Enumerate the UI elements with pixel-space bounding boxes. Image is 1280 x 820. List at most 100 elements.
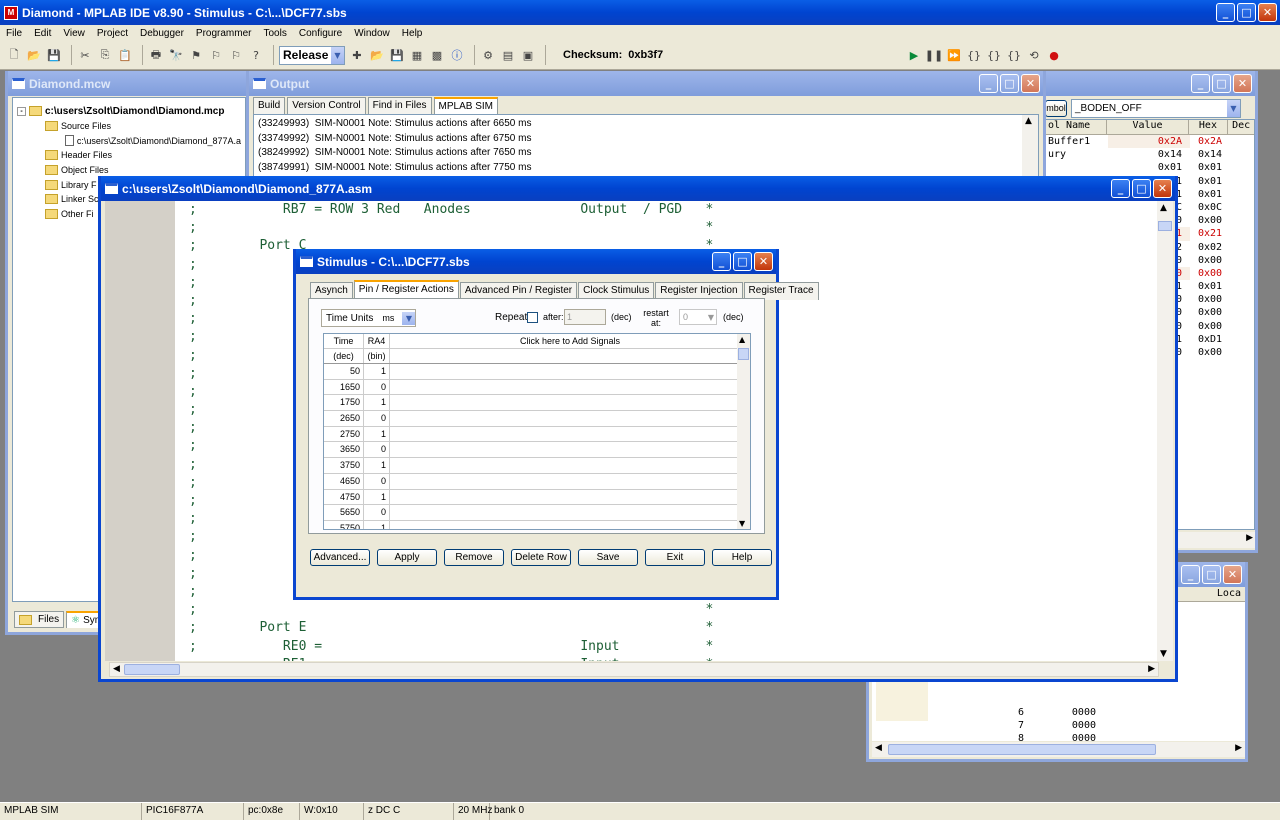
- stimulus-row[interactable]: 3750 1: [324, 458, 750, 474]
- paste-icon[interactable]: 📋: [117, 47, 133, 63]
- col-hex[interactable]: Hex: [1189, 120, 1229, 134]
- restart-select[interactable]: 0 ▼: [679, 309, 717, 325]
- reset-icon[interactable]: ⟲: [1026, 47, 1042, 63]
- minimize-button[interactable]: _: [979, 74, 998, 93]
- close-button[interactable]: ✕: [1021, 74, 1040, 93]
- halt-icon[interactable]: ❚❚: [925, 47, 943, 63]
- arrow-down-icon[interactable]: ▼: [739, 519, 745, 528]
- close-button[interactable]: ✕: [754, 252, 773, 271]
- vertical-scrollbar[interactable]: ▲: [1022, 115, 1038, 177]
- tree-item-c-users-zsolt-diamond-diamond-877a-a[interactable]: c:\users\Zsolt\Diamond\Diamond_877A.a: [17, 133, 241, 148]
- delete-row-button[interactable]: Delete Row: [511, 549, 571, 566]
- col-time[interactable]: Time: [324, 334, 364, 348]
- print-icon[interactable]: 🖶: [148, 47, 164, 63]
- menu-help[interactable]: Help: [402, 28, 423, 39]
- minimize-button[interactable]: _: [1111, 179, 1130, 198]
- menu-programmer[interactable]: Programmer: [196, 28, 252, 39]
- arrow-right-icon[interactable]: ▶: [1246, 533, 1253, 543]
- info-icon[interactable]: ⓘ: [449, 47, 465, 63]
- vertical-scrollbar[interactable]: ▲ ▼: [1157, 201, 1173, 661]
- minimize-button[interactable]: _: [1216, 3, 1235, 22]
- program-icon[interactable]: ⚙: [480, 47, 496, 63]
- watch-row[interactable]: Buffer1 0x2A 0x2A: [1044, 135, 1254, 149]
- watch-row[interactable]: ury 0x14 0x14: [1044, 148, 1254, 161]
- stimulus-row[interactable]: 2750 1: [324, 426, 750, 443]
- minimize-button[interactable]: _: [1191, 74, 1210, 93]
- menu-view[interactable]: View: [63, 28, 85, 39]
- tab-build[interactable]: Build: [253, 97, 286, 114]
- menu-tools[interactable]: Tools: [263, 28, 286, 39]
- maximize-button[interactable]: □: [1237, 3, 1256, 22]
- menu-configure[interactable]: Configure: [299, 28, 342, 39]
- save-project-icon[interactable]: 💾: [389, 47, 405, 63]
- col-value[interactable]: Value: [1107, 120, 1189, 134]
- maximize-button[interactable]: □: [1212, 74, 1231, 93]
- tab-pin-register-actions[interactable]: Pin / Register Actions: [353, 280, 459, 298]
- add-signals-header[interactable]: Click here to Add Signals: [390, 336, 750, 346]
- maximize-button[interactable]: □: [1132, 179, 1151, 198]
- repeat-checkbox[interactable]: [527, 312, 538, 323]
- menu-file[interactable]: File: [6, 28, 22, 39]
- stimulus-row[interactable]: 4750 1: [324, 489, 750, 506]
- open-project-icon[interactable]: 📂: [369, 47, 385, 63]
- maximize-button[interactable]: □: [1202, 565, 1221, 584]
- col-dec[interactable]: Dec: [1228, 120, 1254, 134]
- arrow-right-icon[interactable]: ▶: [1235, 743, 1242, 753]
- minimize-button[interactable]: _: [1181, 565, 1200, 584]
- save-button[interactable]: Save: [578, 549, 638, 566]
- bookmark-prev-icon[interactable]: ⚐: [228, 47, 244, 63]
- menu-project[interactable]: Project: [97, 28, 128, 39]
- apply-button[interactable]: Apply: [377, 549, 437, 566]
- time-units-select[interactable]: ms ▼: [379, 310, 416, 326]
- open-folder-icon[interactable]: 📂: [26, 47, 42, 63]
- stimulus-row[interactable]: 3650 0: [324, 442, 750, 459]
- tree-item-source-files[interactable]: Source Files: [17, 119, 241, 134]
- arrow-down-icon[interactable]: ▼: [1160, 649, 1167, 659]
- memory-icon[interactable]: ▤: [500, 47, 516, 63]
- stimulus-row[interactable]: 5750 1: [324, 520, 750, 529]
- help-button[interactable]: Help: [712, 549, 772, 566]
- vertical-scrollbar[interactable]: ▲ ▼: [737, 334, 750, 529]
- symbol-select[interactable]: _BODEN_OFF ▼: [1071, 98, 1241, 118]
- copy-icon[interactable]: ⎘: [97, 47, 113, 63]
- watch-icon[interactable]: ▣: [520, 47, 536, 63]
- add-symbol-button[interactable]: mbol: [1045, 99, 1067, 117]
- build-all-icon[interactable]: ▩: [429, 47, 445, 63]
- after-input[interactable]: 1: [564, 309, 606, 325]
- tab-find-in-files[interactable]: Find in Files: [367, 97, 432, 114]
- add-file-icon[interactable]: ✚: [349, 47, 365, 63]
- col-symbol-name[interactable]: ol Name: [1044, 120, 1108, 134]
- tree-item-header-files[interactable]: Header Files: [17, 148, 241, 163]
- save-icon[interactable]: 💾: [46, 47, 62, 63]
- close-button[interactable]: ✕: [1233, 74, 1252, 93]
- maximize-button[interactable]: □: [1000, 74, 1019, 93]
- animate-icon[interactable]: ⏩: [946, 47, 962, 63]
- advanced-button[interactable]: Advanced...: [310, 549, 370, 566]
- maximize-button[interactable]: □: [733, 252, 752, 271]
- step-over-icon[interactable]: {}: [986, 47, 1002, 63]
- arrow-left-icon[interactable]: ◀: [113, 664, 120, 674]
- tab-version-control[interactable]: Version Control: [287, 97, 366, 114]
- remove-button[interactable]: Remove: [444, 549, 504, 566]
- locals-row[interactable]: 6 0000: [872, 707, 1245, 720]
- stimulus-row[interactable]: 2650 0: [324, 411, 750, 427]
- exit-button[interactable]: Exit: [645, 549, 705, 566]
- stimulus-row[interactable]: 50 1: [324, 364, 750, 380]
- help-icon[interactable]: ?: [248, 47, 264, 63]
- arrow-right-icon[interactable]: ▶: [1148, 664, 1155, 674]
- close-button[interactable]: ✕: [1258, 3, 1277, 22]
- arrow-left-icon[interactable]: ◀: [875, 743, 882, 753]
- stimulus-row[interactable]: 1650 0: [324, 379, 750, 396]
- watch-row[interactable]: 0x01 0x01: [1044, 161, 1254, 174]
- menu-debugger[interactable]: Debugger: [140, 28, 184, 39]
- close-button[interactable]: ✕: [1153, 179, 1172, 198]
- step-into-icon[interactable]: {}: [966, 47, 982, 63]
- stimulus-row[interactable]: 4650 0: [324, 473, 750, 490]
- arrow-up-icon[interactable]: ▲: [1160, 203, 1167, 213]
- menu-window[interactable]: Window: [354, 28, 390, 39]
- arrow-up-icon[interactable]: ▲: [739, 335, 745, 344]
- find-icon[interactable]: 🔭: [168, 47, 184, 63]
- build-icon[interactable]: ▦: [409, 47, 425, 63]
- horizontal-scrollbar[interactable]: ◀ ▶: [109, 662, 1159, 677]
- locals-row[interactable]: 7 0000: [872, 720, 1245, 733]
